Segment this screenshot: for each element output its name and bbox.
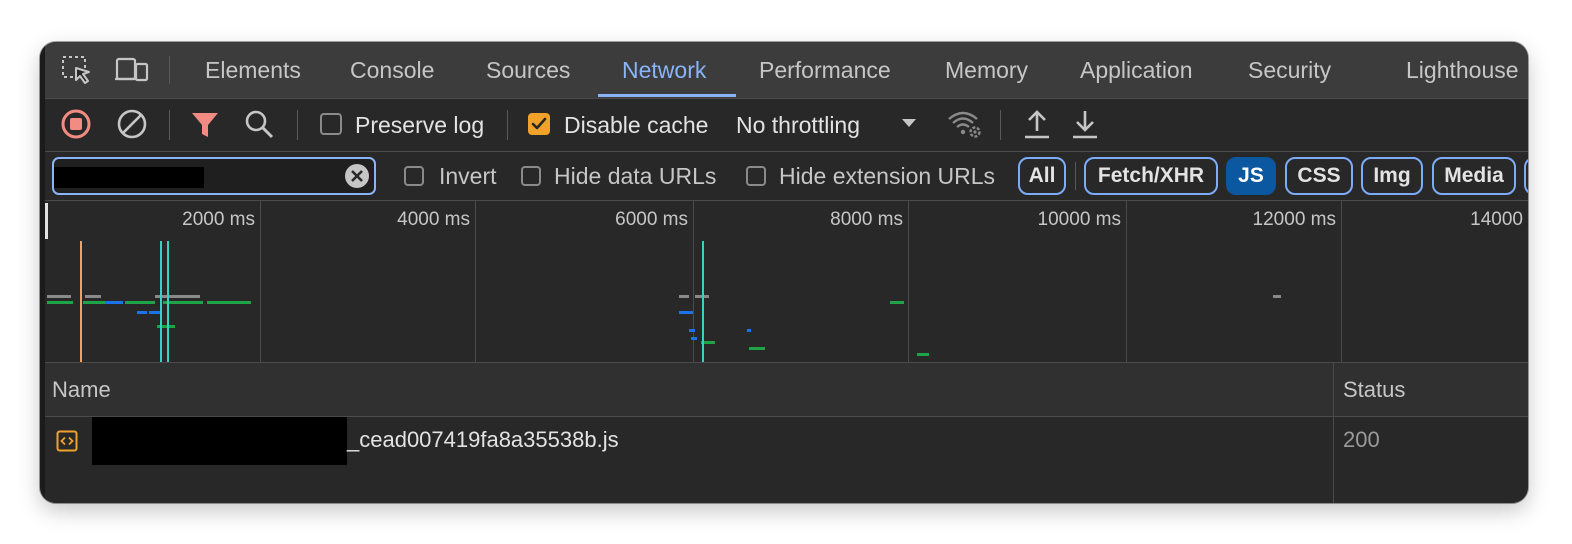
request-bar xyxy=(691,337,697,340)
network-conditions-icon[interactable] xyxy=(946,107,981,141)
column-header-name[interactable]: Name xyxy=(52,363,111,416)
overview-gridline xyxy=(1126,201,1127,362)
preserve-log-label: Preserve log xyxy=(355,112,485,138)
overview-selection-handle[interactable] xyxy=(45,203,48,239)
overview-gridline xyxy=(475,201,476,362)
table-header: Name Status xyxy=(45,363,1528,417)
load-event-line xyxy=(702,241,704,362)
overview-tick: 10000 ms xyxy=(1037,209,1121,230)
stop-recording-button[interactable] xyxy=(59,107,93,141)
tab-security[interactable]: Security xyxy=(1248,42,1331,98)
request-bar xyxy=(163,301,203,304)
tab-network[interactable]: Network xyxy=(622,42,706,98)
request-bar xyxy=(105,301,123,304)
redacted-file-prefix xyxy=(92,417,347,465)
request-bar xyxy=(47,301,73,304)
device-toolbar-icon[interactable] xyxy=(114,54,149,86)
request-bar xyxy=(747,329,751,332)
overview-tick: 8000 ms xyxy=(830,209,903,230)
request-table: Name Status _cead007419fa8a35538b.js 200 xyxy=(45,363,1528,503)
request-bar xyxy=(207,301,251,304)
toolbar-divider xyxy=(1000,110,1001,140)
request-bar xyxy=(679,295,689,298)
request-bar xyxy=(679,311,693,314)
request-status: 200 xyxy=(1343,427,1380,452)
tab-elements[interactable]: Elements xyxy=(205,42,301,98)
request-bar xyxy=(917,353,929,356)
active-tab-indicator xyxy=(598,94,736,97)
invert-checkbox[interactable] xyxy=(404,166,424,186)
dom-content-loaded-line xyxy=(80,241,82,362)
chip-js[interactable]: JS xyxy=(1226,157,1276,195)
search-icon[interactable] xyxy=(242,107,276,141)
request-bar xyxy=(47,295,71,298)
filter-bar: Invert Hide data URLs Hide extension URL… xyxy=(40,152,1528,201)
preserve-log-checkbox[interactable] xyxy=(320,113,342,135)
import-har-icon[interactable] xyxy=(1020,107,1054,141)
hide-data-urls-checkbox[interactable] xyxy=(521,166,541,186)
inspect-element-icon[interactable] xyxy=(60,54,94,86)
invert-label: Invert xyxy=(439,163,497,189)
filter-icon[interactable] xyxy=(188,107,222,141)
tab-lighthouse[interactable]: Lighthouse xyxy=(1406,42,1519,98)
tab-application[interactable]: Application xyxy=(1080,42,1193,98)
request-bar xyxy=(689,329,695,332)
overview-gridline xyxy=(908,201,909,362)
load-event-line xyxy=(160,241,162,362)
disable-cache-checkbox[interactable] xyxy=(528,113,550,135)
hide-data-urls-label: Hide data URLs xyxy=(554,163,717,189)
chip-css[interactable]: CSS xyxy=(1285,157,1353,195)
script-file-icon xyxy=(56,430,78,452)
chip-more[interactable] xyxy=(1524,157,1528,195)
network-overview[interactable]: 2000 ms 4000 ms 6000 ms 8000 ms 10000 ms… xyxy=(45,201,1528,363)
tab-performance[interactable]: Performance xyxy=(759,42,891,98)
toolbar-divider xyxy=(507,110,508,140)
overview-gridline xyxy=(1341,201,1342,362)
request-bar xyxy=(890,301,904,304)
overview-tick: 4000 ms xyxy=(397,209,470,230)
table-row[interactable]: _cead007419fa8a35538b.js 200 xyxy=(45,417,1528,465)
redacted-filter-text xyxy=(54,167,204,188)
hide-extension-urls-label: Hide extension URLs xyxy=(779,163,996,189)
request-bar xyxy=(137,311,147,314)
load-event-line xyxy=(167,241,169,362)
tab-sources[interactable]: Sources xyxy=(486,42,570,98)
chip-divider xyxy=(1075,162,1076,190)
chip-all[interactable]: All xyxy=(1018,157,1066,195)
request-bar xyxy=(1273,295,1281,298)
overview-gridline xyxy=(260,201,261,362)
overview-tick: 6000 ms xyxy=(615,209,688,230)
request-bar xyxy=(125,301,155,304)
tab-bar-divider xyxy=(169,56,170,84)
request-name: _cead007419fa8a35538b.js xyxy=(347,427,619,452)
column-header-status[interactable]: Status xyxy=(1343,363,1405,416)
hide-extension-urls-checkbox[interactable] xyxy=(746,166,766,186)
devtools-window: Elements Console Sources Network Perform… xyxy=(40,42,1528,503)
tab-memory[interactable]: Memory xyxy=(945,42,1028,98)
chip-fetch-xhr[interactable]: Fetch/XHR xyxy=(1084,157,1218,195)
overview-tick: 2000 ms xyxy=(182,209,255,230)
toolbar-divider xyxy=(169,110,170,140)
chip-img[interactable]: Img xyxy=(1361,157,1423,195)
panel-tab-bar: Elements Console Sources Network Perform… xyxy=(40,42,1528,99)
network-toolbar: Preserve log Disable cache No throttling xyxy=(40,99,1528,152)
disable-cache-label: Disable cache xyxy=(564,112,709,138)
export-har-icon[interactable] xyxy=(1068,107,1102,141)
request-bar xyxy=(749,347,765,350)
overview-tick: 12000 ms xyxy=(1252,209,1336,230)
tab-console[interactable]: Console xyxy=(350,42,434,98)
overview-tick: 14000 xyxy=(1470,209,1523,230)
chip-media[interactable]: Media xyxy=(1432,157,1516,195)
clear-icon[interactable] xyxy=(115,107,149,141)
throttling-select[interactable]: No throttling xyxy=(736,99,860,151)
chevron-down-icon[interactable] xyxy=(897,111,921,135)
request-bar xyxy=(85,295,101,298)
toolbar-divider xyxy=(297,110,298,140)
filter-box xyxy=(52,157,376,195)
close-icon[interactable] xyxy=(345,164,369,188)
